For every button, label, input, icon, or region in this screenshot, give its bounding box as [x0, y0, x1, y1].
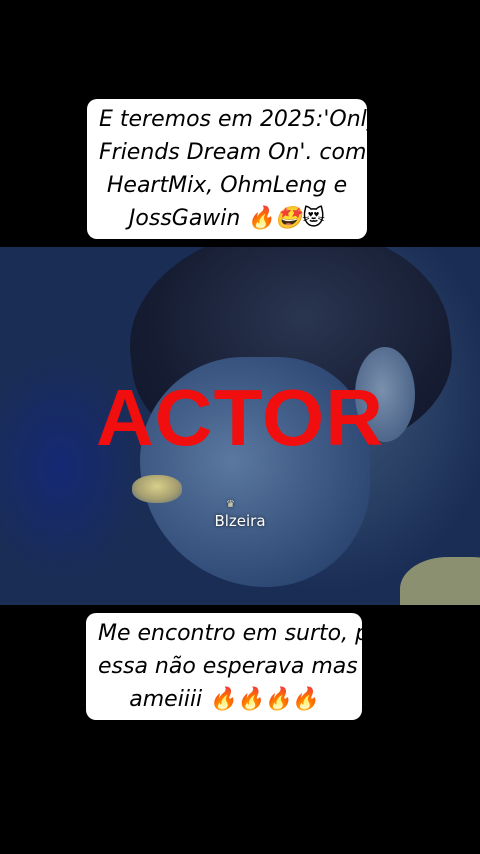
caption-bottom: Me encontro em surto, por essa não esper… [86, 613, 392, 720]
crown-icon: ♛ [226, 499, 235, 510]
video-frame: ACTOR ♛ Blzeira [0, 247, 480, 605]
caption-bottom-line-1: Me encontro em surto, por [98, 621, 392, 646]
watermark-text: Blzeira [214, 512, 266, 530]
caption-top: E teremos em 2025:'Only Friends Dream On… [87, 99, 380, 239]
overlay-word: ACTOR [96, 373, 384, 462]
person-lips [132, 475, 182, 503]
caption-top-line-1: E teremos em 2025:'Only [99, 107, 380, 132]
watermark: ♛ Blzeira [0, 499, 480, 530]
caption-top-line-2: Friends Dream On'. com [99, 140, 367, 165]
caption-top-line-3: HeartMix, OhmLeng e [106, 173, 348, 198]
caption-bottom-line-3: ameiiii 🔥🔥🔥🔥 [129, 687, 319, 712]
person-shirt [400, 557, 480, 605]
caption-bottom-line-2: essa não esperava mas [98, 654, 358, 679]
caption-top-line-4: JossGawin 🔥🤩😻 [128, 206, 326, 231]
